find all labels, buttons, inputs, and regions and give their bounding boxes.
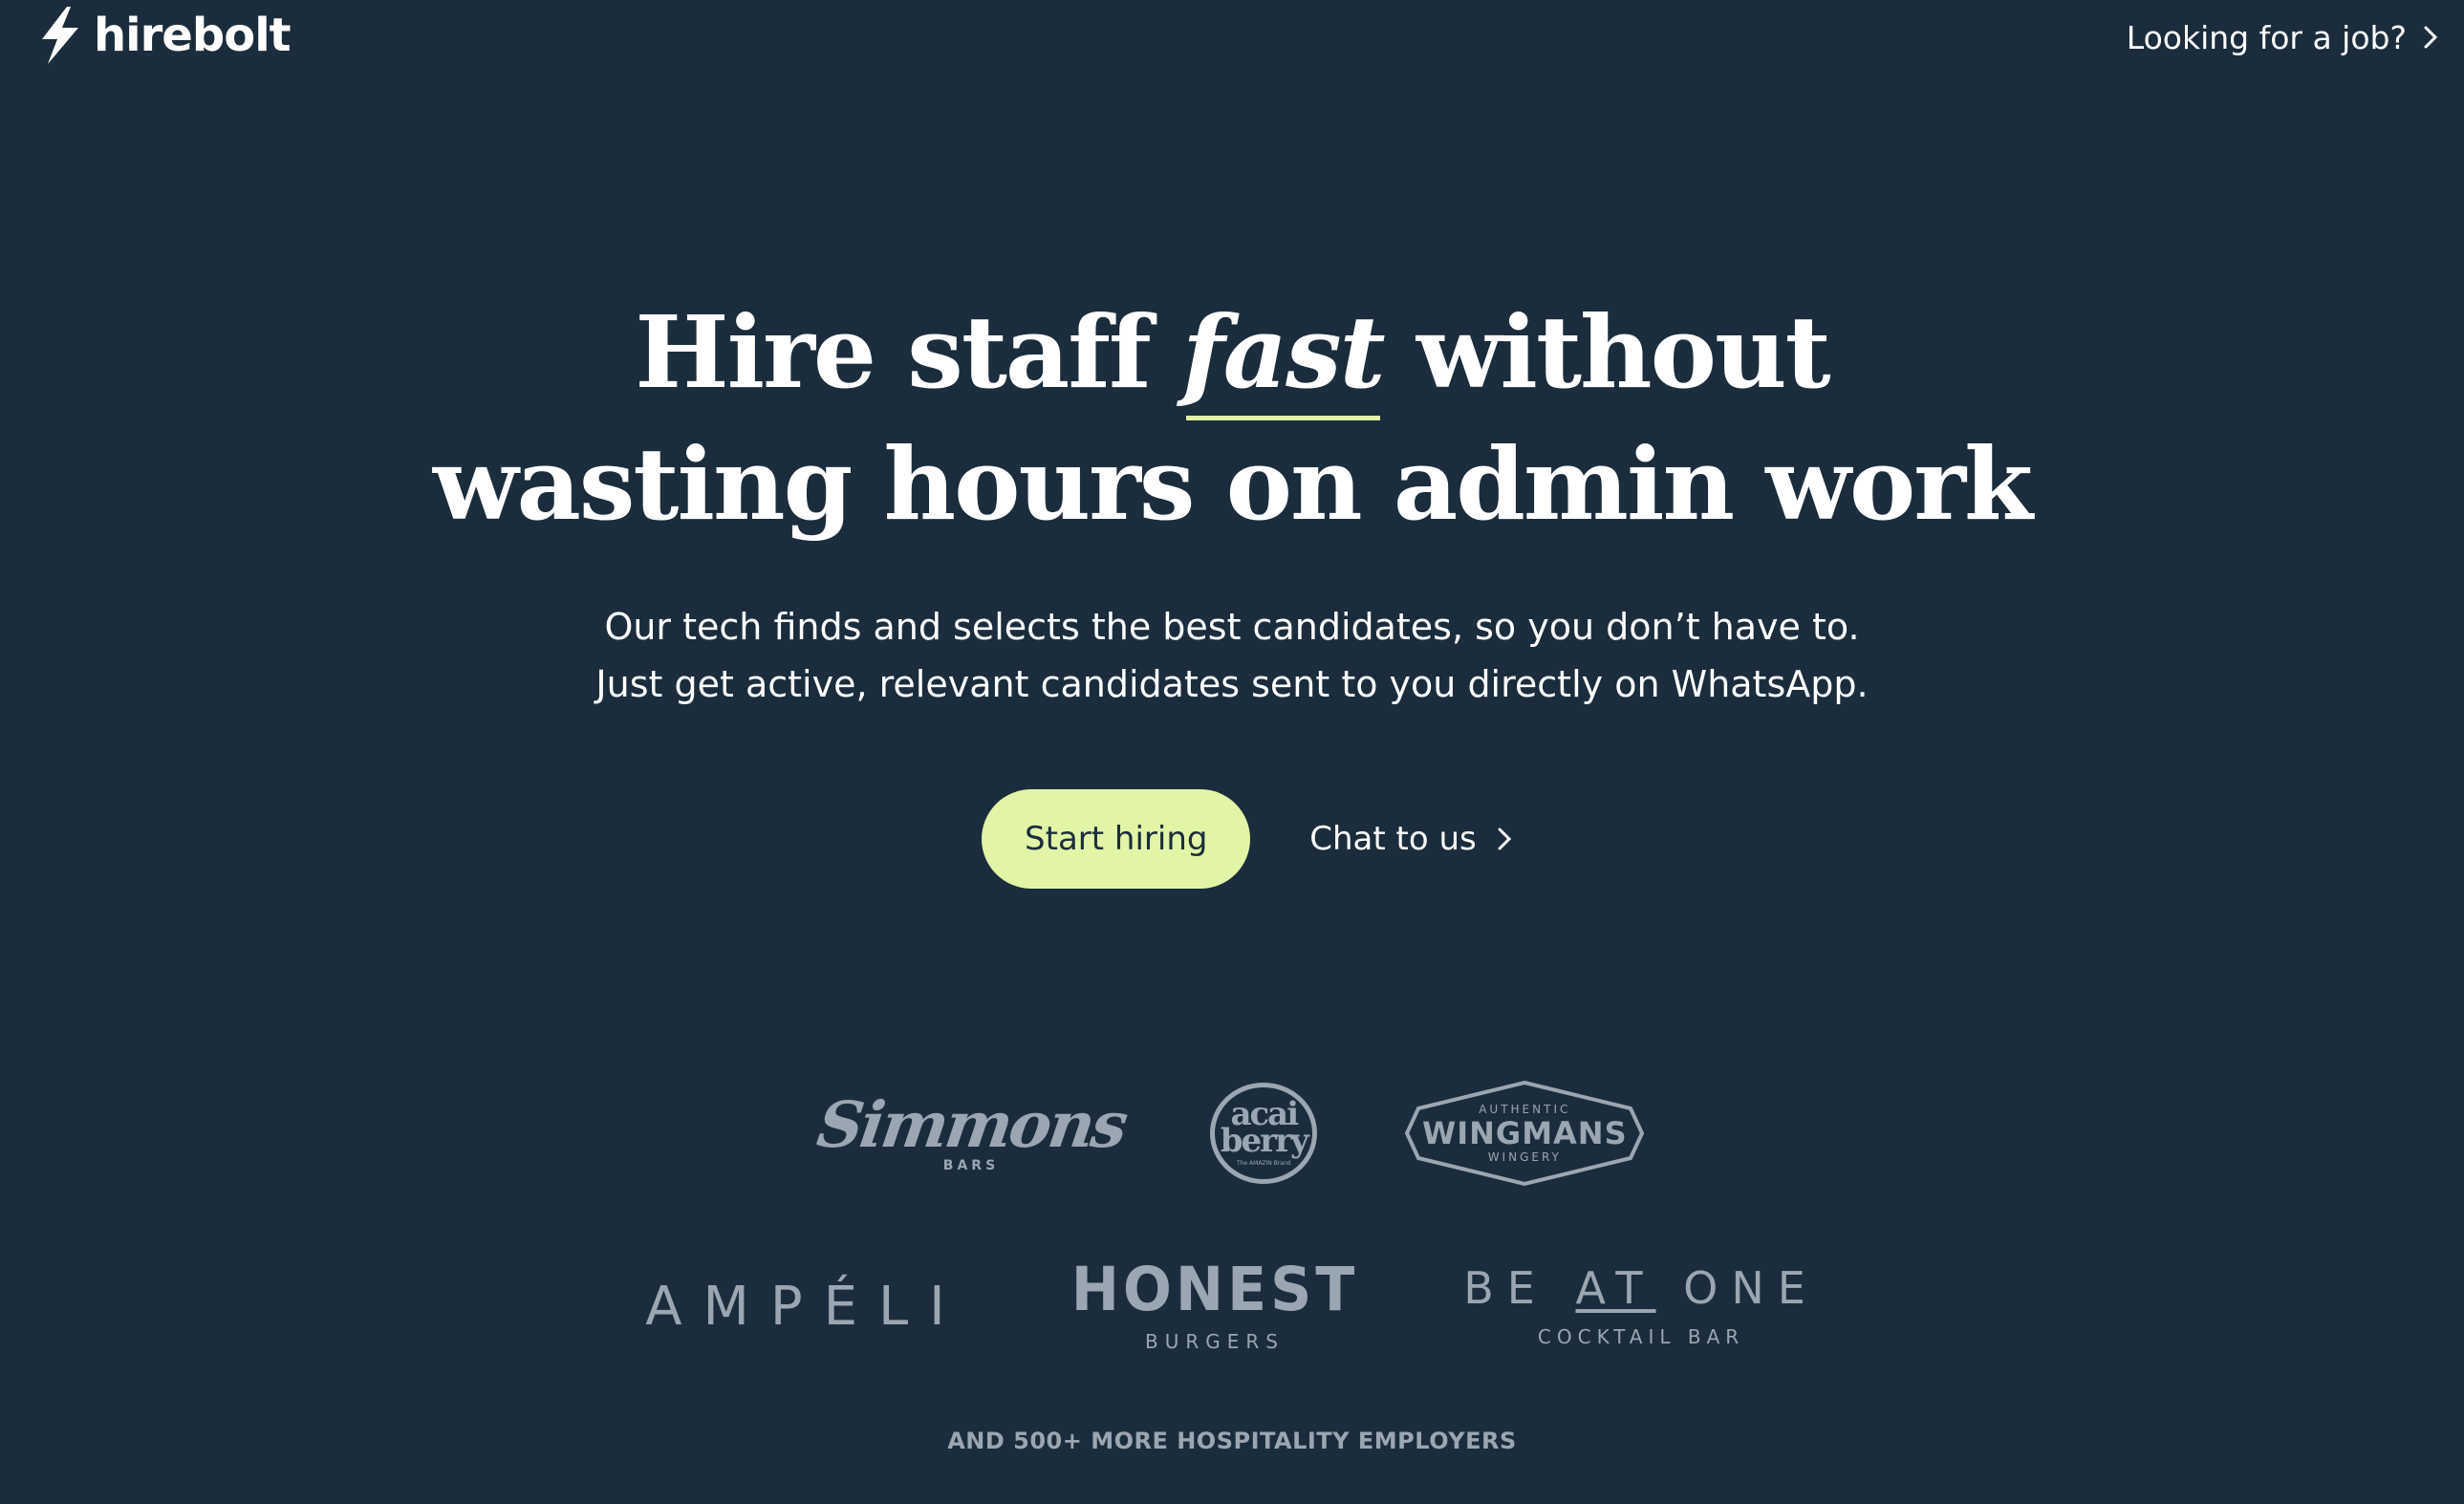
wingmans-top: AUTHENTIC — [1479, 1102, 1571, 1116]
headline-before: Hire staff — [635, 293, 1151, 411]
be-at-one-sub: COCKTAIL BAR — [1537, 1325, 1745, 1348]
employer-logos-row-2: AMPÉLI HONEST BURGERS BE AT ONE COCKTAIL… — [0, 1255, 2464, 1354]
chat-to-us-label: Chat to us — [1309, 820, 1477, 858]
honest-sub: BURGERS — [1144, 1330, 1285, 1353]
brand-name: hirebolt — [94, 9, 292, 62]
hirebolt-logo[interactable]: hirebolt — [38, 4, 292, 67]
employer-logos-row-1: Simmons BARS acai berry The AMAZIN Brand… — [0, 1080, 2464, 1187]
be-at-one-word-2: AT — [1575, 1262, 1656, 1314]
hero-subtitle: Our tech finds and selects the best cand… — [0, 598, 2464, 713]
acai-sub: The AMAZIN Brand — [1236, 1160, 1291, 1168]
simmons-name: Simmons — [812, 1087, 1130, 1162]
headline-after: without — [1416, 293, 1831, 411]
ampeli-logo: AMPÉLI — [645, 1280, 966, 1334]
acai-berry-logo: acai berry The AMAZIN Brand — [1210, 1083, 1318, 1184]
job-link-label: Looking for a job? — [2126, 18, 2407, 56]
simmons-logo: Simmons BARS — [812, 1087, 1130, 1173]
wingmans-name: WINGMANS — [1421, 1114, 1628, 1151]
be-at-one-word-1: BE — [1463, 1262, 1548, 1314]
be-at-one-word-3: ONE — [1683, 1262, 1819, 1314]
wingmans-sub: WINGERY — [1487, 1150, 1562, 1165]
more-employers-note: AND 500+ MORE HOSPITALITY EMPLOYERS — [947, 1428, 1517, 1454]
be-at-one-name: BE AT ONE — [1463, 1266, 1819, 1310]
be-at-one-logo: BE AT ONE COCKTAIL BAR — [1463, 1266, 1819, 1348]
landing-page: hirebolt Looking for a job? Hire staff f… — [0, 0, 2464, 1504]
hero-headline: Hire staff fast without wasting hours on… — [0, 287, 2464, 550]
acai-name-bottom: berry — [1220, 1122, 1309, 1161]
subtitle-line-1: Our tech finds and selects the best cand… — [604, 606, 1860, 648]
headline-accent: fast — [1182, 287, 1386, 420]
chat-to-us-link[interactable]: Chat to us — [1309, 820, 1511, 858]
headline-line-1: Hire staff fast without — [0, 287, 2464, 420]
looking-for-job-link[interactable]: Looking for a job? — [2127, 13, 2437, 61]
honest-name: HONEST — [1070, 1255, 1359, 1325]
cta-row: Start hiring Chat to us — [0, 789, 2464, 889]
wingmans-logo: AUTHENTIC WINGMANS WINGERY — [1403, 1080, 1646, 1187]
chevron-right-icon — [1498, 827, 1511, 850]
subtitle-line-2: Just get active, relevant candidates sen… — [595, 663, 1869, 705]
headline-line-2: wasting hours on admin work — [432, 425, 2033, 543]
honest-burgers-logo: HONEST BURGERS — [1070, 1255, 1359, 1354]
chevron-right-icon — [2424, 26, 2437, 49]
lightning-bolt-icon — [38, 7, 80, 64]
start-hiring-button[interactable]: Start hiring — [982, 789, 1251, 889]
ampeli-name: AMPÉLI — [645, 1276, 966, 1338]
